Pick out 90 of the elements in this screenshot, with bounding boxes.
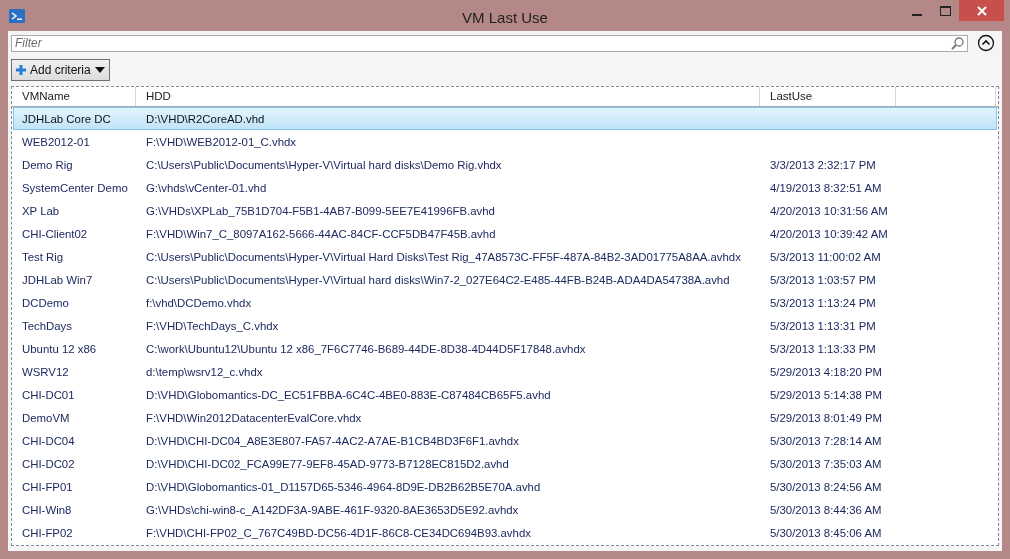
table-row[interactable]: XP Lab G:\VHDs\XPLab_75B1D704-F5B1-4AB7-B099-5EE7E41996FB.avhd 4/20/2013 10:31:56 AM <box>13 199 997 222</box>
plus-icon <box>16 65 26 75</box>
table-row[interactable]: CHI-DC04 D:\VHD\CHI-DC04_A8E3E807-FA57-4AC2-A7AE-B1CB4BD3F6F1.avhdx 5/30/2013 7:28:14 AM <box>13 429 997 452</box>
add-criteria-button[interactable]: Add criteria <box>11 59 110 81</box>
table-cell-text: TechDays <box>21 319 73 332</box>
column-header[interactable]: HDD <box>136 87 760 106</box>
table-cell-text: 5/30/2013 8:24:56 AM <box>769 480 883 493</box>
table-cell-text: C:\work\Ubuntu12\Ubuntu 12 x86_7F6C7746-B689-44DE-8D38-4D44D5F17848.avhdx <box>145 342 587 355</box>
table-cell-text: 4/19/2013 8:32:51 AM <box>769 181 883 194</box>
table-cell-text: C:\Users\Public\Documents\Hyper-V\Virtual hard disks\Win7-2_027E64C2-E485-44FB-B24B-ADA4DA54738A.avhd <box>145 273 731 286</box>
table-cell-text: CHI-Win8 <box>21 503 73 516</box>
table-cell-text: Ubuntu 12 x86 <box>21 342 98 355</box>
table-cell-text: CHI-FP01 <box>21 480 74 493</box>
maximize-icon <box>939 5 951 16</box>
table-row[interactable]: CHI-Win8 G:\VHDs\chi-win8-c_A142DF3A-9ABE-461F-9320-8AE3653D5E92.avhdx 5/30/2013 8:44:36 AM <box>13 498 997 521</box>
table-cell-text: CHI-FP02 <box>21 526 74 539</box>
table-row[interactable]: CHI-FP01 D:\VHD\Globomantics-01_D1157D65-5346-4964-8D9E-DB2B62B5E70A.avhd 5/30/2013 8:24:56 AM <box>13 475 997 498</box>
table-row[interactable]: SystemCenter Demo G:\vhds\vCenter-01.vhd 4/19/2013 8:32:51 AM <box>13 176 997 199</box>
table-cell-text: F:\VHD\CHI-FP02_C_767C49BD-DC56-4D1F-86C8-CE34DC694B93.avhdx <box>145 526 532 539</box>
table-cell-text: 3/3/2013 2:32:17 PM <box>769 158 877 171</box>
caret-icon <box>94 67 105 73</box>
table-cell-text: WEB2012-01 <box>21 135 91 148</box>
column-header[interactable]: VMName <box>12 87 136 106</box>
table-cell-text: WSRV12 <box>21 365 70 378</box>
table-cell-text: D:\VHD\R2CoreAD.vhd <box>145 112 266 125</box>
table-cell-text: 5/29/2013 5:14:38 PM <box>769 388 884 401</box>
table-row[interactable]: JDHLab Core DC D:\VHD\R2CoreAD.vhd <box>13 107 997 130</box>
table-cell-text: DCDemo <box>21 296 70 309</box>
search-icon <box>951 36 964 50</box>
table-cell-text: C:\Users\Public\Documents\Hyper-V\Virtual hard disks\Demo Rig.vhdx <box>145 158 503 171</box>
table-cell-text: JDHLab Win7 <box>21 273 94 286</box>
table-row[interactable]: DCDemo f:\vhd\DCDemo.vhdx 5/3/2013 1:13:24 PM <box>13 291 997 314</box>
table-cell-text: d:\temp\wsrv12_c.vhdx <box>145 365 264 378</box>
table-cell-text: CHI-DC02 <box>21 457 76 470</box>
close-icon <box>976 5 987 16</box>
table-row[interactable]: Demo Rig C:\Users\Public\Documents\Hyper-V\Virtual hard disks\Demo Rig.vhdx 3/3/2013 2:32:17 PM <box>13 153 997 176</box>
table-cell-text: D:\VHD\CHI-DC04_A8E3E807-FA57-4AC2-A7AE-B1CB4BD3F6F1.avhdx <box>145 434 520 447</box>
table-cell-text: f:\vhd\DCDemo.vhdx <box>145 296 253 309</box>
table-row[interactable]: WEB2012-01 F:\VHD\WEB2012-01_C.vhdx <box>13 130 997 153</box>
table-cell-text: G:\vhds\vCenter-01.vhd <box>145 181 268 194</box>
table-cell-text: D:\VHD\Globomantics-DC_EC51FBBA-6C4C-4BE0-883E-C87484CB65F5.avhd <box>145 388 552 401</box>
table-cell-text: 5/3/2013 1:13:24 PM <box>769 296 877 309</box>
table-cell-text: XP Lab <box>21 204 61 217</box>
table-cell-text: CHI-DC04 <box>21 434 76 447</box>
table-cell-text: 5/30/2013 8:45:06 AM <box>769 526 883 539</box>
table-row[interactable]: Ubuntu 12 x86 C:\work\Ubuntu12\Ubuntu 12 x86_7F6C7746-B689-44DE-8D38-4D44D5F17848.avhdx 5/3/2013 1:13:33 PM <box>13 337 997 360</box>
table-cell-text: 4/20/2013 10:31:56 AM <box>769 204 889 217</box>
window-title: VM Last Use <box>461 7 549 26</box>
table-row[interactable]: TechDays F:\VHD\TechDays_C.vhdx 5/3/2013 1:13:31 PM <box>13 314 997 337</box>
table-cell-text: SystemCenter Demo <box>21 181 129 194</box>
table-cell-text: G:\VHDs\chi-win8-c_A142DF3A-9ABE-461F-9320-8AE3653D5E92.avhdx <box>145 503 520 516</box>
minimize-icon <box>912 13 922 16</box>
table-cell-text: 5/30/2013 8:44:36 AM <box>769 503 883 516</box>
close-button[interactable] <box>959 0 1004 21</box>
table-row[interactable]: CHI-FP02 F:\VHD\CHI-FP02_C_767C49BD-DC56-4D1F-86C8-CE34DC694B93.avhdx 5/30/2013 8:45:06 AM <box>13 521 997 544</box>
filter-field[interactable]: Filter <box>11 34 968 52</box>
table-cell-text: CHI-Client02 <box>21 227 89 240</box>
table-cell-text: DemoVM <box>21 411 71 424</box>
table-cell-text: CHI-DC01 <box>21 388 76 401</box>
table-cell-text: JDHLab Core DC <box>21 112 112 125</box>
table-row[interactable]: CHI-DC02 D:\VHD\CHI-DC02_FCA99E77-9EF8-45AD-9773-B7128EC815D2.avhd 5/30/2013 7:35:03 AM <box>13 452 997 475</box>
table-cell-text: F:\VHD\WEB2012-01_C.vhdx <box>145 135 298 148</box>
table-cell-text: Demo Rig <box>21 158 74 171</box>
table-cell-text: F:\VHD\TechDays_C.vhdx <box>145 319 280 332</box>
column-header[interactable]: LastUse <box>760 87 896 106</box>
powershell-icon <box>9 8 25 23</box>
table-row[interactable]: JDHLab Win7 C:\Users\Public\Documents\Hyper-V\Virtual hard disks\Win7-2_027E64C2-E485-44FB-B24B-ADA4DA54738A.avhd 5/3/2013 1:03:57 PM <box>13 268 997 291</box>
table-row[interactable]: CHI-DC01 D:\VHD\Globomantics-DC_EC51FBBA-6C4C-4BE0-883E-C87484CB65F5.avhd 5/29/2013 5:14:38 PM <box>13 383 997 406</box>
table-cell-text: 5/3/2013 11:00:02 AM <box>769 250 882 263</box>
table-cell-text: 5/30/2013 7:28:14 AM <box>769 434 883 447</box>
table-cell-text: F:\VHD\Win2012DatacenterEvalCore.vhdx <box>145 411 363 424</box>
table-cell-text: F:\VHD\Win7_C_8097A162-5666-44AC-84CF-CCF5DB47F45B.avhd <box>145 227 497 240</box>
table-cell-text: 4/20/2013 10:39:42 AM <box>769 227 889 240</box>
table-row[interactable]: CHI-Client02 F:\VHD\Win7_C_8097A162-5666-44AC-84CF-CCF5DB47F45B.avhd 4/20/2013 10:39:42 AM <box>13 222 997 245</box>
table-cell-text: G:\VHDs\XPLab_75B1D704-F5B1-4AB7-B099-5EE7E41996FB.avhd <box>145 204 496 217</box>
table-row[interactable]: WSRV12 d:\temp\wsrv12_c.vhdx 5/29/2013 4:18:20 PM <box>13 360 997 383</box>
table-cell-text: Test Rig <box>21 250 65 263</box>
table-cell-text: 5/3/2013 1:13:31 PM <box>769 319 877 332</box>
table-cell-text: C:\Users\Public\Documents\Hyper-V\Virtual Hard Disks\Test Rig_47A8573C-FF5F-487A-84B2-3AD01775A8AA.avhdx <box>145 250 742 263</box>
table-cell-text: 5/30/2013 7:35:03 AM <box>769 457 883 470</box>
table-cell-text: 5/29/2013 4:18:20 PM <box>769 365 884 378</box>
table-cell-text: 5/3/2013 1:03:57 PM <box>769 273 877 286</box>
table-row[interactable]: Test Rig C:\Users\Public\Documents\Hyper-V\Virtual Hard Disks\Test Rig_47A8573C-FF5F-487A-84B2-3AD01775A8AA.avhdx 5/3/2013 11:00:02 AM <box>13 245 997 268</box>
table-cell-text: 5/3/2013 1:13:33 PM <box>769 342 877 355</box>
collapse-button[interactable] <box>977 34 995 52</box>
chevron-up-icon <box>977 34 995 52</box>
table-cell-text: D:\VHD\Globomantics-01_D1157D65-5346-4964-8D9E-DB2B62B5E70A.avhd <box>145 480 542 493</box>
table-cell-text: D:\VHD\CHI-DC02_FCA99E77-9EF8-45AD-9773-B7128EC815D2.avhd <box>145 457 510 470</box>
table-cell-text: 5/29/2013 8:01:49 PM <box>769 411 884 424</box>
table-row[interactable]: DemoVM F:\VHD\Win2012DatacenterEvalCore.vhdx 5/29/2013 8:01:49 PM <box>13 406 997 429</box>
